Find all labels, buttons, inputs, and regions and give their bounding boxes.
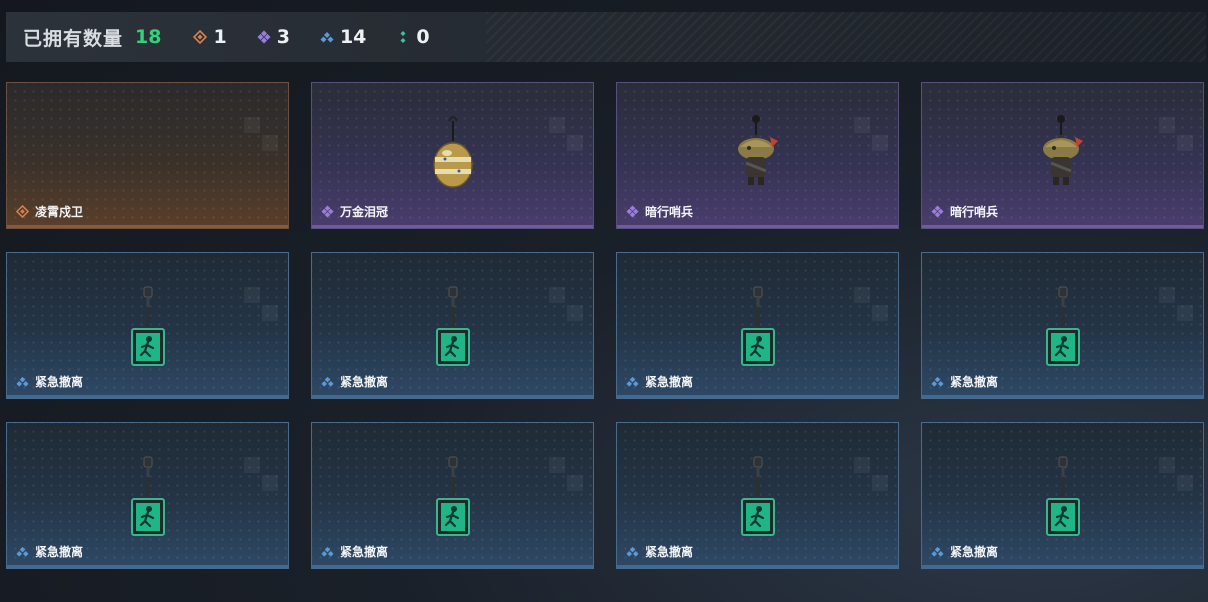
item-name-label: 紧急撤离 xyxy=(340,375,389,389)
blue-diamond-icon xyxy=(321,545,334,558)
item-name-label: 紧急撤离 xyxy=(950,375,999,389)
item-name-label: 紧急撤离 xyxy=(950,545,999,559)
item-name-label: 凌霄戍卫 xyxy=(35,205,84,219)
inventory-header: 已拥有数量 18 1 3 14 0 xyxy=(6,12,1206,62)
rarity-count-purple: 3 xyxy=(257,26,290,48)
rarity-bar xyxy=(617,395,898,398)
rarity-count-green: 0 xyxy=(396,26,430,48)
blue-diamond-icon xyxy=(320,32,334,43)
rarity-count-orange: 1 xyxy=(193,26,227,48)
blue-diamond-icon xyxy=(931,375,944,388)
rarity-count-purple-value: 3 xyxy=(276,26,290,48)
item-name: 紧急撤离 xyxy=(321,543,388,560)
item-card[interactable]: 紧急撤离 xyxy=(311,422,594,569)
item-name: 紧急撤离 xyxy=(931,543,998,560)
rarity-bar xyxy=(617,225,898,228)
item-name-label: 紧急撤离 xyxy=(340,545,389,559)
item-name-label: 万金泪冠 xyxy=(340,205,389,219)
card-corner-decoration xyxy=(244,287,278,321)
item-name: 凌霄戍卫 xyxy=(16,203,83,220)
card-corner-decoration xyxy=(1159,287,1193,321)
item-name: 紧急撤离 xyxy=(16,373,83,390)
card-corner-decoration xyxy=(244,117,278,151)
card-corner-decoration xyxy=(549,457,583,491)
item-card[interactable]: 凌霄戍卫 xyxy=(6,82,289,229)
item-name-label: 暗行哨兵 xyxy=(645,205,694,219)
orange-diamond-icon xyxy=(193,30,208,44)
item-name: 紧急撤离 xyxy=(931,373,998,390)
purple-diamond-icon xyxy=(931,205,944,218)
item-name: 暗行哨兵 xyxy=(626,203,693,220)
item-card[interactable]: 暗行哨兵 xyxy=(921,82,1204,229)
blue-diamond-icon xyxy=(16,375,29,388)
rarity-bar xyxy=(312,565,593,568)
rarity-bar xyxy=(922,395,1203,398)
item-card[interactable]: 暗行哨兵 xyxy=(616,82,899,229)
item-name: 紧急撤离 xyxy=(626,543,693,560)
rarity-bar xyxy=(617,565,898,568)
rarity-bar xyxy=(7,225,288,228)
rarity-bar xyxy=(922,225,1203,228)
card-corner-decoration xyxy=(549,287,583,321)
rarity-count-green-value: 0 xyxy=(416,26,430,48)
card-corner-decoration xyxy=(1159,457,1193,491)
item-card[interactable]: 紧急撤离 xyxy=(921,252,1204,399)
card-corner-decoration xyxy=(1159,117,1193,151)
item-card[interactable]: 紧急撤离 xyxy=(921,422,1204,569)
rarity-bar xyxy=(312,225,593,228)
rarity-count-blue-value: 14 xyxy=(339,26,367,48)
card-corner-decoration xyxy=(854,287,888,321)
item-card[interactable]: 紧急撤离 xyxy=(6,252,289,399)
orange-diamond-icon xyxy=(16,205,29,218)
item-name: 紧急撤离 xyxy=(16,543,83,560)
owned-count-value: 18 xyxy=(135,26,162,48)
card-corner-decoration xyxy=(244,457,278,491)
blue-diamond-icon xyxy=(931,545,944,558)
item-card[interactable]: 万金泪冠 xyxy=(311,82,594,229)
rarity-bar xyxy=(7,395,288,398)
item-name-label: 紧急撤离 xyxy=(35,375,84,389)
card-corner-decoration xyxy=(854,457,888,491)
rarity-bar xyxy=(922,565,1203,568)
rarity-bar xyxy=(7,565,288,568)
item-name: 紧急撤离 xyxy=(321,373,388,390)
rarity-count-blue: 14 xyxy=(320,26,366,48)
item-name-label: 紧急撤离 xyxy=(645,545,694,559)
card-corner-decoration xyxy=(854,117,888,151)
rarity-count-orange-value: 1 xyxy=(213,26,227,48)
purple-diamond-icon xyxy=(321,205,334,218)
item-name-label: 紧急撤离 xyxy=(35,545,84,559)
blue-diamond-icon xyxy=(626,545,639,558)
item-card[interactable]: 紧急撤离 xyxy=(616,422,899,569)
blue-diamond-icon xyxy=(321,375,334,388)
blue-diamond-icon xyxy=(626,375,639,388)
item-name: 万金泪冠 xyxy=(321,203,388,220)
blue-diamond-icon xyxy=(16,545,29,558)
card-corner-decoration xyxy=(549,117,583,151)
item-name: 紧急撤离 xyxy=(626,373,693,390)
green-diamond-icon xyxy=(400,31,406,43)
item-name-label: 紧急撤离 xyxy=(645,375,694,389)
item-name-label: 暗行哨兵 xyxy=(950,205,999,219)
rarity-bar xyxy=(312,395,593,398)
item-card[interactable]: 紧急撤离 xyxy=(6,422,289,569)
item-card[interactable]: 紧急撤离 xyxy=(311,252,594,399)
item-card[interactable]: 紧急撤离 xyxy=(616,252,899,399)
purple-diamond-icon xyxy=(626,205,639,218)
item-name: 暗行哨兵 xyxy=(931,203,998,220)
purple-diamond-icon xyxy=(257,30,271,44)
owned-count-label: 已拥有数量 xyxy=(23,27,124,50)
